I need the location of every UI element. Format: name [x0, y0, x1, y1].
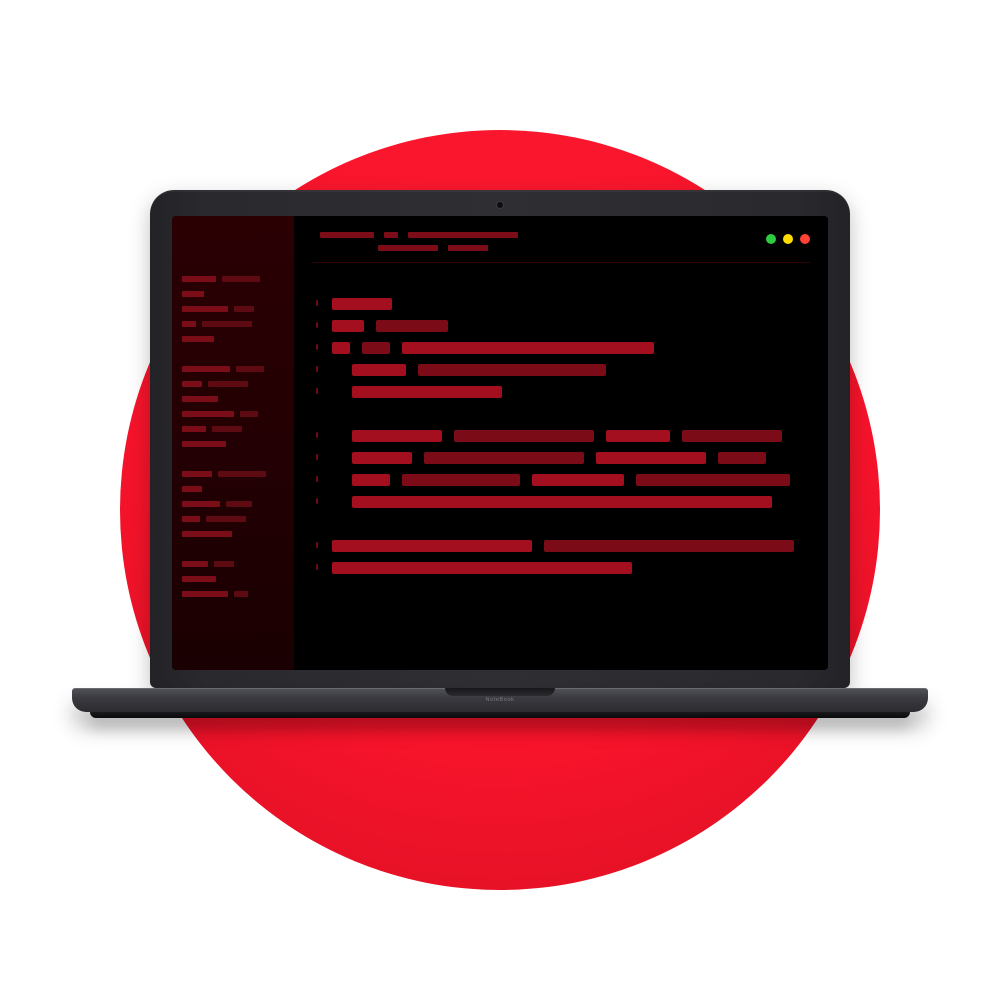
- code-line: [332, 298, 808, 310]
- code-line: [332, 430, 808, 442]
- code-line: [332, 496, 808, 508]
- window-controls: [766, 234, 810, 244]
- title-divider: [312, 262, 810, 263]
- code-line: [332, 474, 808, 486]
- laptop-illustration: NoteBook: [72, 190, 928, 718]
- code-line: [332, 386, 808, 398]
- code-line: [332, 518, 808, 530]
- laptop-bottom-edge: [90, 712, 910, 718]
- window-control-red[interactable]: [800, 234, 810, 244]
- code-area: [332, 298, 808, 584]
- webcam-dot: [497, 202, 503, 208]
- window-control-green[interactable]: [766, 234, 776, 244]
- laptop-lid: [150, 190, 850, 688]
- code-line: [332, 342, 808, 354]
- laptop-deck: NoteBook: [72, 688, 928, 712]
- terminal-screen: [172, 216, 828, 670]
- window-control-yellow[interactable]: [783, 234, 793, 244]
- device-brand-label: NoteBook: [486, 697, 515, 703]
- editor-main: [294, 216, 828, 670]
- trackpad-notch: [445, 688, 555, 696]
- code-line: [332, 364, 808, 376]
- line-number-gutter: [316, 300, 318, 640]
- code-line: [332, 452, 808, 464]
- code-line: [332, 540, 808, 552]
- code-line: [332, 562, 808, 574]
- code-line: [332, 320, 808, 332]
- code-line: [332, 408, 808, 420]
- editor-sidebar: [172, 216, 294, 670]
- tab-title-area: [320, 232, 748, 258]
